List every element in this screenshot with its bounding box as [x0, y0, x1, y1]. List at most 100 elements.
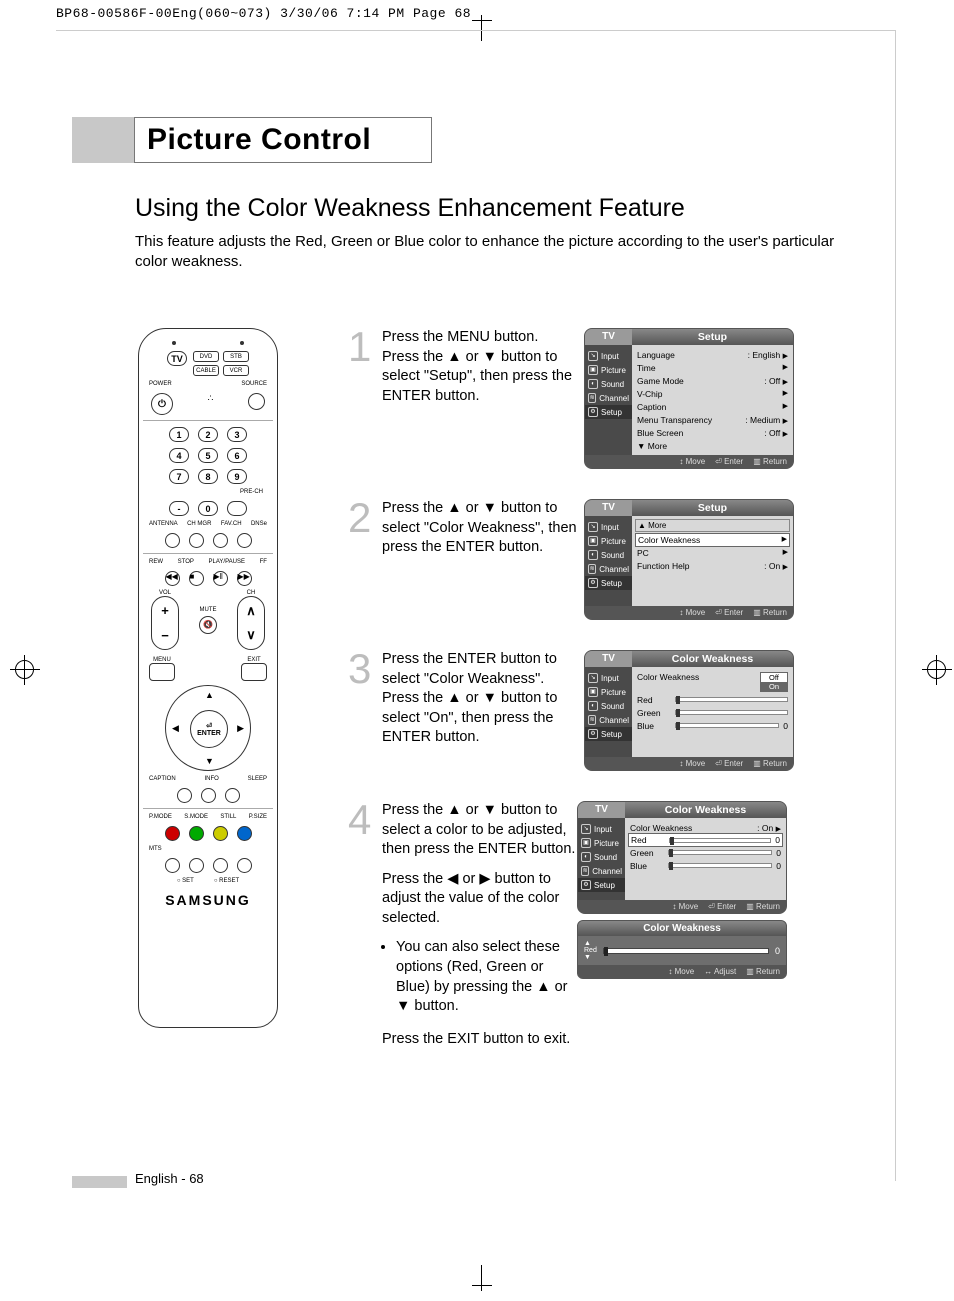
crop-mark-bottom — [472, 1265, 492, 1291]
tv-btn: TV — [167, 351, 187, 366]
step-4-text: Press the ▲ or ▼ button to select a colo… — [382, 801, 577, 1023]
step-2-num: 2 — [348, 499, 378, 620]
osd1-tv: TV — [585, 329, 632, 345]
lbl-dnse: DNSe — [251, 521, 267, 527]
osd3-tv: TV — [585, 651, 632, 667]
osd-4: TVColor Weakness ↘Input ▣Picture ◐Sound … — [577, 801, 787, 914]
osd2-main: ▲ More Color Weakness▶ PC▶ Function Help… — [632, 516, 793, 606]
stop-btn: ■ — [189, 571, 204, 586]
source-label: SOURCE — [241, 381, 267, 387]
blank-3 — [237, 858, 252, 873]
page-frame — [56, 30, 896, 31]
source-btn — [248, 393, 265, 410]
pmode-btn — [165, 826, 180, 841]
mts-btn — [165, 858, 180, 873]
smode-btn — [189, 826, 204, 841]
blank-1 — [189, 858, 204, 873]
footer-bar — [72, 1176, 127, 1188]
print-header: BP68-00586F-00Eng(060~073) 3/30/06 7:14 … — [56, 6, 471, 21]
lbl-stop: STOP — [178, 559, 194, 565]
osd4-side: ↘Input ▣Picture ◐Sound ≋Channel ⚙Setup — [578, 818, 625, 900]
osd3-title: Color Weakness — [632, 651, 793, 667]
mini-label: Red — [584, 947, 597, 954]
osd1-title: Setup — [632, 329, 793, 345]
osd4-title: Color Weakness — [625, 802, 786, 818]
psize-btn — [237, 826, 252, 841]
section-title: Picture Control — [134, 117, 432, 163]
lbl-chmgr: CH MGR — [187, 521, 211, 527]
osd2-tv: TV — [585, 500, 632, 516]
mini-title: Color Weakness — [578, 921, 786, 936]
sleep-btn — [225, 788, 240, 803]
intro-paragraph: This feature adjusts the Red, Green or B… — [135, 232, 835, 273]
lbl-exit: EXIT — [247, 657, 260, 663]
ant-btn — [165, 533, 180, 548]
lbl-smode: S.MODE — [184, 814, 208, 820]
power-label: POWER — [149, 381, 172, 387]
pill-cable: CABLE — [193, 365, 219, 376]
mini-value: 0 — [775, 946, 780, 956]
still-btn — [213, 826, 228, 841]
step-2: 2 Press the ▲ or ▼ button to select "Col… — [348, 499, 794, 620]
osd1-side: ↘Input ▣Picture ◐Sound ≋Channel ⚙Setup — [585, 345, 632, 455]
osd2-side: ↘Input ▣Picture ◐Sound ≋Channel ⚙Setup — [585, 516, 632, 606]
favch-btn — [213, 533, 228, 548]
osd1-main: Language: English ▶ Time▶ Game Mode: Off… — [632, 345, 793, 455]
osd3-main: Color Weakness OffOn Red Green Blue0 — [632, 667, 793, 757]
osd2-title: Setup — [632, 500, 793, 516]
osd-2: TVSetup ↘Input ▣Picture ◐Sound ≋Channel … — [584, 499, 794, 620]
num-dash: - — [169, 501, 189, 516]
lbl-reset: RESET — [219, 878, 239, 884]
num-9: 9 — [227, 469, 247, 484]
lbl-favch: FAV.CH — [221, 521, 242, 527]
lbl-menu: MENU — [153, 657, 171, 663]
remote-illustration: TV DVDSTB CABLEVCR POWERSOURCE ⏻ ∴ 123 4… — [138, 328, 278, 1028]
section-banner: Picture Control — [72, 117, 432, 163]
step-4-num: 4 — [348, 801, 378, 1023]
lbl-sleep: SLEEP — [248, 776, 267, 782]
info-btn — [201, 788, 216, 803]
rew-btn: ◀◀ — [165, 571, 180, 586]
step-2-text: Press the ▲ or ▼ button to select "Color… — [382, 499, 577, 620]
num-8: 8 — [198, 469, 218, 484]
pill-stb: STB — [223, 351, 249, 362]
lbl-psize: P.SIZE — [249, 814, 267, 820]
num-5: 5 — [198, 448, 218, 463]
caption-btn — [177, 788, 192, 803]
osd-3: TVColor Weakness ↘Input ▣Picture ◐Sound … — [584, 650, 794, 771]
lbl-pmode: P.MODE — [149, 814, 172, 820]
play-btn: ▶‖ — [213, 571, 228, 586]
step-1: 1 Press the MENU button. Press the ▲ or … — [348, 328, 794, 469]
crop-mark-top — [472, 15, 492, 41]
lbl-set: SET — [182, 878, 194, 884]
lbl-mts: MTS — [149, 846, 162, 852]
lbl-play: PLAY/PAUSE — [209, 559, 245, 565]
chmgr-btn — [189, 533, 204, 548]
lbl-still: STILL — [220, 814, 236, 820]
prech-btn — [227, 501, 247, 516]
num-2: 2 — [198, 427, 218, 442]
banner-gray-block — [72, 117, 134, 163]
osd-1: TVSetup ↘Input ▣Picture ◐Sound ≋Channel … — [584, 328, 794, 469]
exit-line: Press the EXIT button to exit. — [382, 1031, 794, 1047]
prech-label: PRE-CH — [240, 489, 263, 495]
steps-container: 1 Press the MENU button. Press the ▲ or … — [348, 328, 794, 1047]
pill-dvd: DVD — [193, 351, 219, 362]
pill-vcr: VCR — [223, 365, 249, 376]
ch-rocker: ∧∨ — [237, 596, 265, 650]
osd3-side: ↘Input ▣Picture ◐Sound ≋Channel ⚙Setup — [585, 667, 632, 757]
num-4: 4 — [169, 448, 189, 463]
lbl-info: INFO — [204, 776, 218, 782]
page-footer: English - 68 — [135, 1171, 204, 1186]
registration-mark-right — [922, 655, 952, 685]
mute-btn: 🔇 — [199, 616, 217, 634]
vol-rocker: +− — [151, 596, 179, 650]
step-3: 3 Press the ENTER button to select "Colo… — [348, 650, 794, 771]
step-1-num: 1 — [348, 328, 378, 469]
osd4-tv: TV — [578, 802, 625, 818]
exit-btn — [241, 663, 267, 681]
num-1: 1 — [169, 427, 189, 442]
ff-btn: ▶▶ — [237, 571, 252, 586]
dnse-btn — [237, 533, 252, 548]
step-4: 4 Press the ▲ or ▼ button to select a co… — [348, 801, 794, 1023]
